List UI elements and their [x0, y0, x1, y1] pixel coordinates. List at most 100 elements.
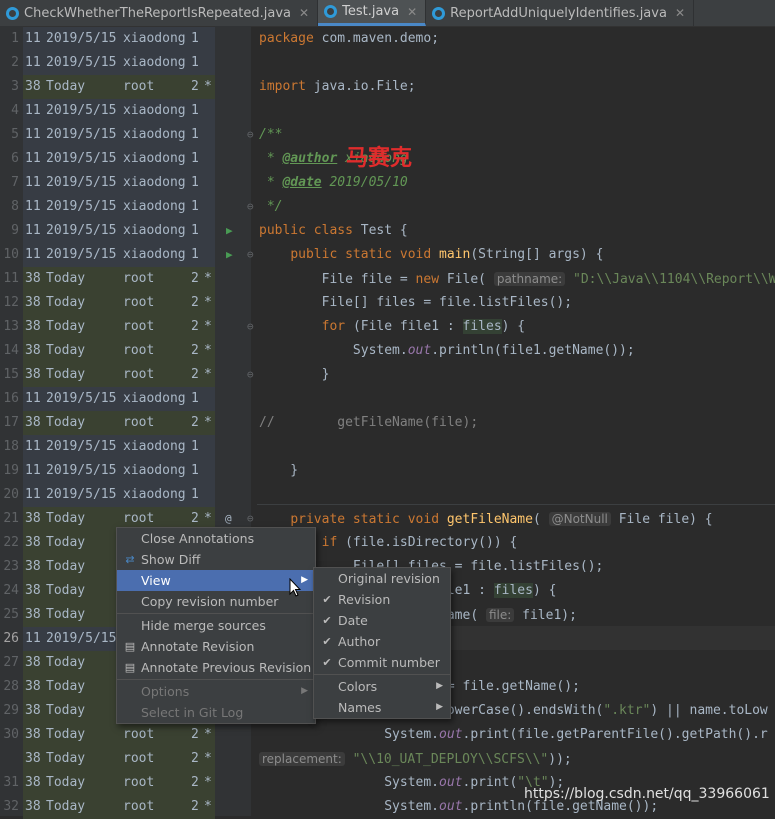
- annotation-modified-mark: *: [204, 271, 212, 286]
- annotation-row[interactable]: 11 2019/5/15 xiaodong 1: [23, 387, 215, 411]
- code-line: }: [259, 363, 330, 387]
- code-line: }: [259, 459, 298, 483]
- menu-item-annotate-previous-revision[interactable]: ▤ Annotate Previous Revision: [117, 657, 315, 678]
- submenu-item-colors[interactable]: Colors ▶: [314, 676, 450, 697]
- annotation-row[interactable]: 38 Today root 2 *: [23, 747, 215, 771]
- submenu-item-original-revision[interactable]: Original revision: [314, 568, 450, 589]
- annotation-row[interactable]: 38 Today root 2 *: [23, 723, 215, 747]
- tab-test-java[interactable]: Test.java ✕: [318, 0, 427, 26]
- annotation-row[interactable]: 11 2019/5/15 xiaodong 1: [23, 147, 215, 171]
- annotation-row[interactable]: 11 2019/5/15 xiaodong 1: [23, 27, 215, 51]
- tab-check-whether-report-repeated[interactable]: CheckWhetherTheReportIsRepeated.java ✕: [0, 0, 319, 26]
- annotation-row[interactable]: 38 Today root 2 *: [23, 291, 215, 315]
- menu-item-label: Date: [338, 613, 368, 628]
- code-line: File file = new File( pathname: "D:\\Jav…: [259, 267, 775, 291]
- menu-item-view[interactable]: View ▶: [117, 570, 315, 591]
- annotation-author: xiaodong: [123, 391, 186, 406]
- annotation-revision: 38: [25, 583, 41, 598]
- annotate-icon: ▤: [124, 640, 136, 653]
- annotation-author: root: [123, 727, 155, 742]
- annotation-row[interactable]: 11 2019/5/15 xiaodong 1: [23, 171, 215, 195]
- annotation-commit-number: 1: [191, 439, 199, 454]
- annotation-row[interactable]: 11 2019/5/15 xiaodong 1: [23, 483, 215, 507]
- code-token: Test {: [360, 223, 408, 238]
- line-number: 9: [11, 223, 19, 238]
- close-icon[interactable]: ✕: [675, 6, 685, 20]
- code-token: .print(file.getParentFile().getPath().r: [462, 727, 768, 742]
- menu-item-label: Annotate Revision: [141, 639, 255, 654]
- annotation-row[interactable]: 38 Today root 2 *: [23, 75, 215, 99]
- annotation-row[interactable]: 11 2019/5/15 xiaodong 1: [23, 219, 215, 243]
- annotation-row[interactable]: 38 Today root 2 *: [23, 795, 215, 819]
- watermark-url: https://blog.csdn.net/qq_33966061: [524, 786, 770, 802]
- code-line: import java.io.File;: [259, 75, 416, 99]
- annotation-row[interactable]: 38 Today root 2 *: [23, 771, 215, 795]
- annotation-date: 2019/5/15: [46, 439, 117, 454]
- diff-icon: ⇄: [125, 553, 135, 566]
- menu-item-copy-revision-number[interactable]: Copy revision number: [117, 591, 315, 612]
- code-token: .println(file1.getName());: [431, 343, 635, 358]
- menu-item-close-annotations[interactable]: Close Annotations: [117, 528, 315, 549]
- annotation-author: root: [123, 271, 155, 286]
- code-token: *: [259, 151, 283, 166]
- tab-report-add-uniquely-identifies[interactable]: ReportAddUniquelyIdentifies.java ✕: [426, 0, 694, 26]
- submenu-item-commit-number[interactable]: ✔ Commit number: [314, 652, 450, 673]
- menu-item-label: Revision: [338, 592, 391, 607]
- close-icon[interactable]: ✕: [299, 6, 309, 20]
- annotation-revision: 38: [25, 271, 41, 286]
- checkmark-icon: ✔: [322, 635, 332, 648]
- line-number: 18: [3, 439, 19, 454]
- code-token: public class: [259, 223, 361, 238]
- annotation-modified-mark: *: [204, 751, 212, 766]
- menu-item-show-diff[interactable]: ⇄ Show Diff: [117, 549, 315, 570]
- annotation-row[interactable]: 11 2019/5/15 xiaodong 1: [23, 195, 215, 219]
- annotation-revision: 11: [25, 127, 41, 142]
- close-icon[interactable]: ✕: [407, 5, 417, 19]
- code-token: getFileName: [446, 512, 533, 527]
- annotation-revision: 38: [25, 343, 41, 358]
- menu-item-label: Author: [338, 634, 381, 649]
- annotation-row[interactable]: 38 Today root 2 *: [23, 411, 215, 435]
- submenu-item-names[interactable]: Names ▶: [314, 697, 450, 718]
- code-line: public static void main(String[] args) {: [259, 243, 603, 267]
- annotation-date: 2019/5/15: [46, 31, 117, 46]
- annotation-row[interactable]: 11 2019/5/15 xiaodong 1: [23, 435, 215, 459]
- menu-item-annotate-revision[interactable]: ▤ Annotate Revision: [117, 636, 315, 657]
- code-token: out: [439, 775, 463, 790]
- annotation-row[interactable]: 38 Today root 2 *: [23, 339, 215, 363]
- annotation-row[interactable]: 11 2019/5/15 xiaodong 1: [23, 99, 215, 123]
- annotation-row[interactable]: 11 2019/5/15 xiaodong 1: [23, 51, 215, 75]
- annotation-author: xiaodong: [123, 247, 186, 262]
- menu-item-label: Names: [338, 700, 382, 715]
- menu-item-hide-merge-sources[interactable]: Hide merge sources: [117, 615, 315, 636]
- run-icon[interactable]: ▶: [226, 224, 233, 237]
- code-token: "D:\\Java\\1104\\Report\\W: [565, 272, 775, 287]
- menu-item-label: Commit number: [338, 655, 440, 670]
- parameter-hint: @NotNull: [548, 512, 611, 526]
- annotation-commit-number: 1: [191, 127, 199, 142]
- run-icon[interactable]: ▶: [226, 248, 233, 261]
- annotation-modified-mark: *: [204, 343, 212, 358]
- annotation-row[interactable]: 11 2019/5/15 xiaodong 1: [23, 459, 215, 483]
- menu-item-label: Colors: [338, 679, 378, 694]
- annotation-commit-number: 1: [191, 31, 199, 46]
- annotation-row[interactable]: 11 2019/5/15 xiaodong 1: [23, 243, 215, 267]
- code-line: for (File file1 : files) {: [259, 315, 525, 339]
- submenu-item-author[interactable]: ✔ Author: [314, 631, 450, 652]
- annotation-commit-number: 1: [191, 463, 199, 478]
- annotation-date: Today: [46, 271, 86, 286]
- annotation-revision: 11: [25, 199, 41, 214]
- submenu-item-date[interactable]: ✔ Date: [314, 610, 450, 631]
- code-token: ".ktr": [603, 703, 651, 718]
- line-number: 20: [3, 487, 19, 502]
- annotation-row[interactable]: 11 2019/5/15 xiaodong 1: [23, 123, 215, 147]
- line-number: 16: [3, 391, 19, 406]
- annotation-row[interactable]: 38 Today root 2 *: [23, 363, 215, 387]
- annotation-commit-number: 1: [191, 487, 199, 502]
- annotation-date: Today: [46, 727, 86, 742]
- annotation-row[interactable]: 38 Today root 2 *: [23, 267, 215, 291]
- submenu-item-revision[interactable]: ✔ Revision: [314, 589, 450, 610]
- annotation-row[interactable]: 38 Today root 2 *: [23, 315, 215, 339]
- code-token: main: [439, 247, 471, 262]
- annotation-date: Today: [46, 703, 86, 718]
